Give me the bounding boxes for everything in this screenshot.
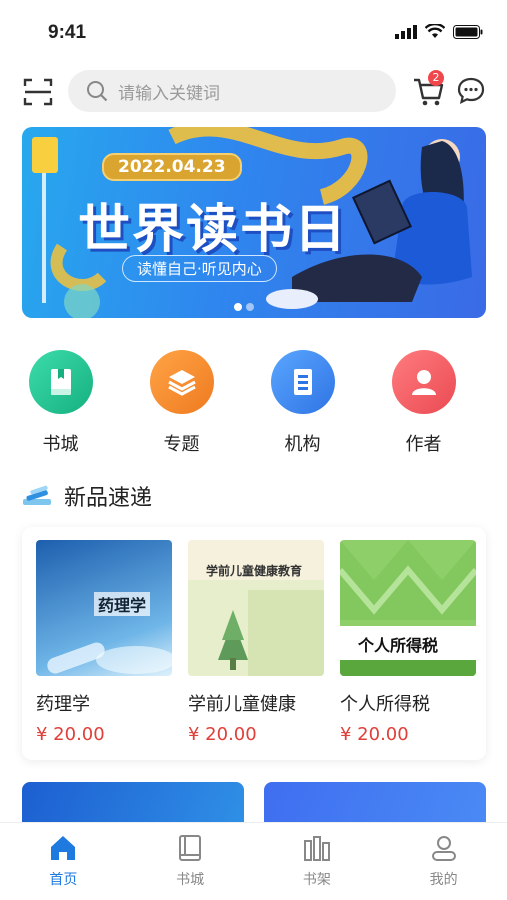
cover-art — [47, 642, 172, 674]
product-cover: 药理学 — [36, 540, 172, 676]
battery-icon — [453, 24, 483, 39]
tab-book-city[interactable]: 书城 — [127, 823, 254, 900]
category-icon-circle — [391, 350, 456, 414]
category-icon-circle — [28, 350, 93, 414]
banner-date: 2022.04.23 — [102, 153, 242, 181]
category-label: 书城 — [42, 434, 79, 455]
user-icon — [431, 836, 456, 861]
category-topics[interactable]: 专题 — [121, 350, 242, 456]
message-icon[interactable] — [456, 76, 486, 106]
section-title: 新品速递 — [64, 486, 153, 511]
search-placeholder: 请输入关键词 — [118, 83, 220, 104]
product-price: ¥ 20.00 — [188, 724, 257, 745]
product-name: 个人所得税 — [340, 694, 430, 715]
banner-pagination — [234, 303, 254, 311]
category-authors[interactable]: 作者 — [363, 350, 484, 456]
product-list: 药理学 药理学 ¥ 20.00 学前儿童健康教育 学前儿童健康 ¥ 20.00 … — [22, 527, 486, 760]
category-grid: 书城 专题 机构 作者 — [0, 350, 507, 456]
product-name: 药理学 — [36, 694, 90, 715]
product-cover: 学前儿童健康教育 — [188, 540, 324, 676]
banner-dot[interactable] — [234, 303, 242, 311]
home-icon — [51, 836, 76, 860]
category-institutions[interactable]: 机构 — [242, 350, 363, 456]
category-label: 作者 — [405, 434, 442, 455]
bookshelf-icon — [303, 836, 330, 861]
status-bar: 9:41 — [0, 0, 507, 60]
cover-title: 个人所得税 — [358, 636, 439, 655]
books-icon — [23, 485, 51, 505]
promo-card[interactable] — [22, 782, 244, 822]
product-price: ¥ 20.00 — [36, 724, 105, 745]
search-input[interactable]: 请输入关键词 — [68, 70, 396, 112]
tab-profile[interactable]: 我的 — [380, 823, 507, 900]
book-icon — [50, 369, 71, 395]
tab-bookshelf[interactable]: 书架 — [254, 823, 381, 900]
promo-card[interactable] — [264, 782, 486, 822]
user-icon — [411, 370, 436, 395]
category-icon-circle — [270, 350, 335, 414]
layers-icon — [167, 370, 196, 396]
product-card[interactable]: 个人所得税 个人所得税 ¥ 20.00 — [340, 540, 476, 760]
category-label: 专题 — [163, 434, 200, 455]
product-price: ¥ 20.00 — [340, 724, 409, 745]
category-icon-circle — [149, 350, 214, 414]
banner-title: 世界读书日 — [78, 200, 349, 260]
search-icon — [87, 81, 108, 102]
section-header: 新品速递 — [22, 480, 152, 512]
tab-bar: 首页 书城 书架 我的 — [0, 822, 507, 900]
category-label: 机构 — [284, 434, 321, 455]
category-book-city[interactable]: 书城 — [0, 350, 121, 456]
cart-badge: 2 — [428, 70, 444, 86]
cover-art — [188, 580, 324, 676]
tab-label: 我的 — [429, 872, 458, 888]
scan-icon[interactable] — [22, 76, 54, 108]
building-icon — [293, 369, 312, 395]
product-card[interactable]: 学前儿童健康教育 学前儿童健康 ¥ 20.00 — [188, 540, 324, 760]
signal-icon — [395, 24, 417, 39]
cover-title: 学前儿童健康教育 — [206, 564, 303, 578]
tab-label: 书架 — [302, 872, 331, 888]
partial-cards — [22, 782, 486, 822]
status-time: 9:41 — [48, 22, 87, 43]
product-card[interactable]: 药理学 药理学 ¥ 20.00 — [36, 540, 172, 760]
top-bar: 请输入关键词 2 — [0, 70, 507, 114]
book-icon — [179, 835, 202, 861]
status-icons — [395, 24, 483, 39]
wifi-icon — [425, 24, 445, 38]
tab-label: 书城 — [176, 872, 205, 888]
tab-home[interactable]: 首页 — [0, 823, 127, 900]
tab-label: 首页 — [49, 872, 78, 888]
product-name: 学前儿童健康 — [188, 694, 296, 715]
banner-dot[interactable] — [246, 303, 254, 311]
banner-subtitle: 读懂自己·听见内心 — [122, 255, 277, 282]
product-cover: 个人所得税 — [340, 540, 476, 676]
promo-banner[interactable]: 2022.04.23 世界读书日 读懂自己·听见内心 — [22, 127, 486, 318]
